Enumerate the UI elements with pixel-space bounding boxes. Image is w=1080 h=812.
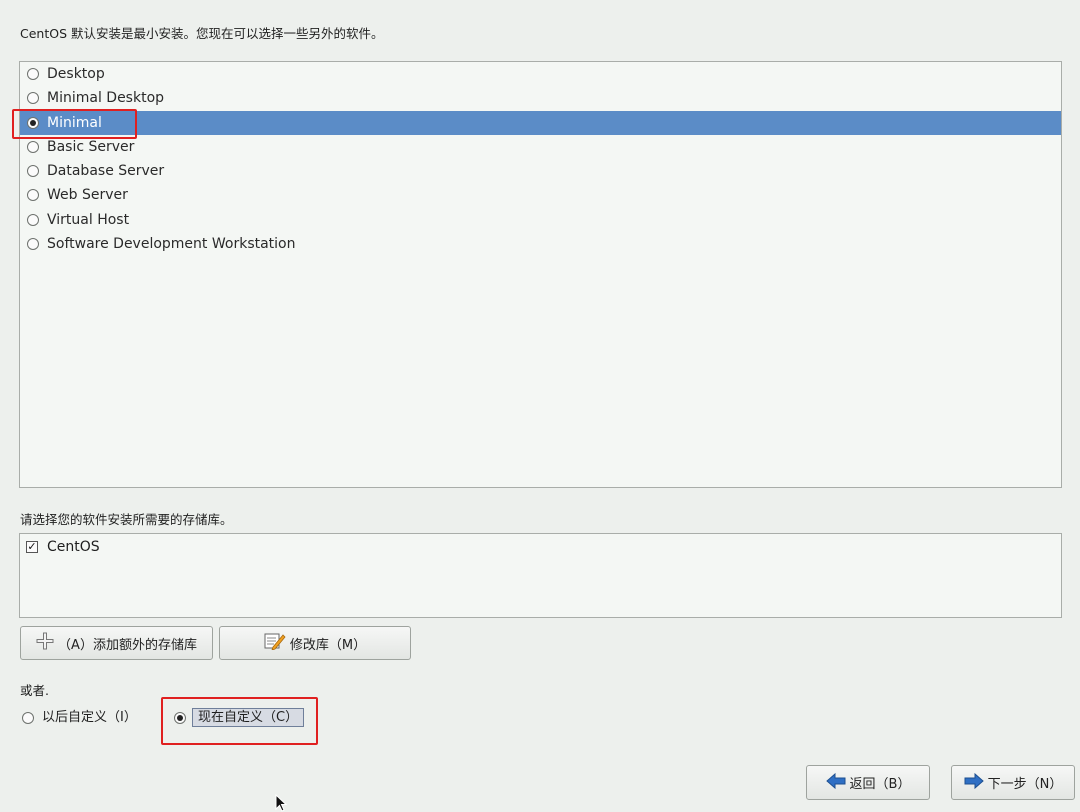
customize-now-option[interactable]: 现在自定义（C） xyxy=(172,707,305,729)
option-basic-server[interactable]: Basic Server xyxy=(20,135,1061,159)
checkbox-checked[interactable]: ✓ xyxy=(26,541,38,553)
radio-button[interactable] xyxy=(27,165,39,177)
arrow-right-icon xyxy=(964,772,984,793)
radio-button[interactable] xyxy=(27,238,39,250)
option-label: Minimal Desktop xyxy=(47,90,165,106)
option-label: Desktop xyxy=(47,66,105,82)
radio-button-selected[interactable] xyxy=(27,117,39,129)
repo-label: CentOS xyxy=(47,539,100,555)
option-desktop[interactable]: Desktop xyxy=(20,62,1061,86)
radio-button[interactable] xyxy=(27,141,39,153)
radio-button[interactable] xyxy=(27,92,39,104)
repo-prompt: 请选择您的软件安装所需要的存储库。 xyxy=(20,512,233,527)
option-label: Minimal xyxy=(47,115,102,131)
add-repo-button[interactable]: （A）添加额外的存储库 xyxy=(20,626,213,660)
modify-repo-button[interactable]: 修改库（M） xyxy=(219,626,411,660)
option-label: Web Server xyxy=(47,187,128,203)
customize-now-label: 现在自定义（C） xyxy=(192,708,305,727)
install-type-list[interactable]: Desktop Minimal Desktop Minimal Basic Se… xyxy=(19,61,1062,488)
option-label: Virtual Host xyxy=(47,212,130,228)
option-database-server[interactable]: Database Server xyxy=(20,159,1061,183)
option-label: Basic Server xyxy=(47,139,135,155)
repo-item-centos[interactable]: ✓ CentOS xyxy=(20,536,1061,558)
intro-text: CentOS 默认安装是最小安装。您现在可以选择一些另外的软件。 xyxy=(20,26,384,41)
modify-repo-label: 修改库（M） xyxy=(289,637,367,653)
option-software-dev-workstation[interactable]: Software Development Workstation xyxy=(20,232,1061,256)
plus-icon xyxy=(36,632,54,654)
radio-button[interactable] xyxy=(27,189,39,201)
customize-later-option[interactable]: 以后自定义（I） xyxy=(22,707,137,729)
option-label: Software Development Workstation xyxy=(47,236,296,252)
radio-button[interactable] xyxy=(27,214,39,226)
radio-button[interactable] xyxy=(22,712,34,724)
radio-button-selected[interactable] xyxy=(174,712,186,724)
option-minimal-desktop[interactable]: Minimal Desktop xyxy=(20,86,1061,110)
option-virtual-host[interactable]: Virtual Host xyxy=(20,208,1061,232)
edit-pencil-icon xyxy=(264,632,286,654)
or-label: 或者. xyxy=(20,683,49,698)
repo-list[interactable]: ✓ CentOS xyxy=(19,533,1062,618)
mouse-cursor-icon xyxy=(275,793,289,812)
customize-later-label: 以后自定义（I） xyxy=(42,710,137,725)
next-button[interactable]: 下一步（N） xyxy=(951,765,1075,800)
option-label: Database Server xyxy=(47,163,165,179)
back-label: 返回（B） xyxy=(849,777,911,792)
back-button[interactable]: 返回（B） xyxy=(806,765,930,800)
next-label: 下一步（N） xyxy=(987,777,1063,792)
package-selection-screen: CentOS 默认安装是最小安装。您现在可以选择一些另外的软件。 Desktop… xyxy=(0,0,1080,812)
arrow-left-icon xyxy=(825,772,846,793)
option-minimal[interactable]: Minimal xyxy=(20,111,1061,135)
option-web-server[interactable]: Web Server xyxy=(20,183,1061,207)
radio-button[interactable] xyxy=(27,68,39,80)
add-repo-label: （A）添加额外的存储库 xyxy=(58,637,197,653)
